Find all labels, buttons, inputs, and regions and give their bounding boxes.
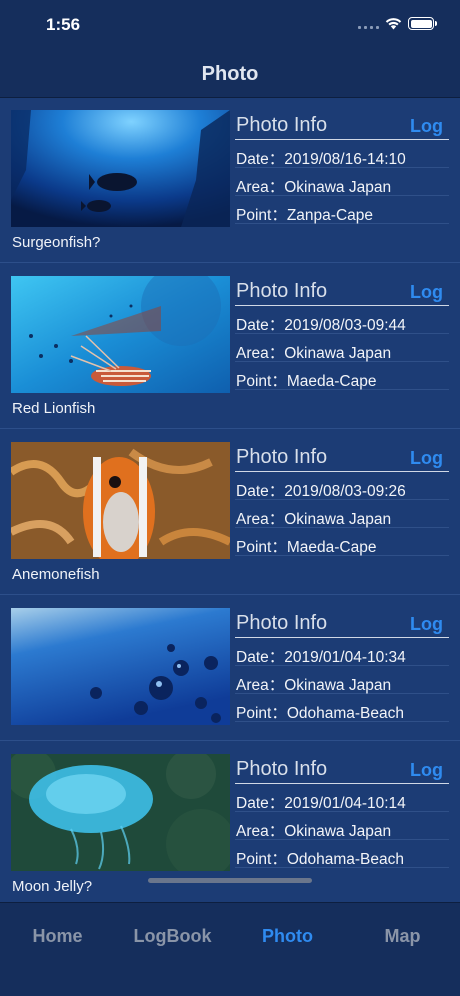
photo-area: Area：Okinawa Japan (235, 666, 449, 694)
photo-info-title: Photo Info (236, 758, 328, 780)
photo-info-title: Photo Info (236, 612, 328, 634)
photo-date: Date：2019/08/03-09:26 (235, 472, 449, 500)
photo-thumbnail[interactable] (11, 276, 230, 393)
wifi-icon (385, 18, 402, 30)
photo-info: Photo Info Log Date：2019/08/03-09:44 Are… (235, 278, 449, 390)
photo-point: Point：Odohama-Beach (235, 694, 449, 722)
photo-thumbnail[interactable] (11, 442, 230, 559)
log-link[interactable]: Log (410, 760, 443, 781)
photo-row[interactable]: Surgeonfish? Photo Info Log Date：2019/08… (0, 98, 460, 263)
log-link[interactable]: Log (410, 448, 443, 469)
cellular-signal-icon (358, 19, 379, 29)
photo-info-header: Photo Info Log (235, 278, 449, 306)
photo-thumbnail[interactable] (11, 110, 230, 227)
photo-thumbnail[interactable] (11, 754, 230, 871)
photo-info-header: Photo Info Log (235, 112, 449, 140)
tab-map[interactable]: Map (345, 926, 460, 947)
photo-area: Area：Okinawa Japan (235, 168, 449, 196)
status-bar: 1:56 (0, 0, 460, 50)
photo-row[interactable]: Red Lionfish Photo Info Log Date：2019/08… (0, 264, 460, 429)
home-indicator[interactable] (148, 878, 312, 883)
photo-info-header: Photo Info Log (235, 610, 449, 638)
photo-row[interactable]: Anemonefish Photo Info Log Date：2019/08/… (0, 430, 460, 595)
navigation-bar: Photo (0, 50, 460, 98)
photo-area: Area：Okinawa Japan (235, 500, 449, 528)
page-title: Photo (201, 63, 259, 85)
log-link[interactable]: Log (410, 282, 443, 303)
photo-info-header: Photo Info Log (235, 444, 449, 472)
photo-thumbnail[interactable] (11, 608, 230, 725)
photo-row[interactable]: Photo Info Log Date：2019/01/04-10:34 Are… (0, 596, 460, 741)
log-link[interactable]: Log (410, 614, 443, 635)
photo-info: Photo Info Log Date：2019/01/04-10:14 Are… (235, 756, 449, 868)
photo-info: Photo Info Log Date：2019/08/03-09:26 Are… (235, 444, 449, 556)
battery-icon (408, 17, 437, 30)
photo-info-title: Photo Info (236, 280, 328, 302)
photo-info: Photo Info Log Date：2019/01/04-10:34 Are… (235, 610, 449, 722)
photo-date: Date：2019/08/16-14:10 (235, 140, 449, 168)
photo-list[interactable]: Surgeonfish? Photo Info Log Date：2019/08… (0, 98, 460, 902)
photo-info-title: Photo Info (236, 446, 328, 468)
tab-logbook[interactable]: LogBook (115, 926, 230, 947)
photo-point: Point：Odohama-Beach (235, 840, 449, 868)
photo-info: Photo Info Log Date：2019/08/16-14:10 Are… (235, 112, 449, 224)
status-time: 1:56 (46, 15, 81, 34)
photo-caption: Anemonefish (12, 566, 100, 583)
tab-home[interactable]: Home (0, 926, 115, 947)
photo-date: Date：2019/01/04-10:14 (235, 784, 449, 812)
tab-bar: Home LogBook Photo Map (0, 902, 460, 996)
photo-caption: Moon Jelly? (12, 878, 93, 895)
photo-date: Date：2019/01/04-10:34 (235, 638, 449, 666)
photo-area: Area：Okinawa Japan (235, 812, 449, 840)
photo-caption: Red Lionfish (12, 400, 96, 417)
tab-photo[interactable]: Photo (230, 926, 345, 947)
log-link[interactable]: Log (410, 116, 443, 137)
photo-info-title: Photo Info (236, 114, 328, 136)
photo-point: Point：Maeda-Cape (235, 362, 449, 390)
photo-info-header: Photo Info Log (235, 756, 449, 784)
status-icons (358, 17, 437, 30)
photo-point: Point：Maeda-Cape (235, 528, 449, 556)
photo-point: Point：Zanpa-Cape (235, 196, 449, 224)
photo-caption: Surgeonfish? (12, 234, 101, 251)
photo-date: Date：2019/08/03-09:44 (235, 306, 449, 334)
photo-area: Area：Okinawa Japan (235, 334, 449, 362)
